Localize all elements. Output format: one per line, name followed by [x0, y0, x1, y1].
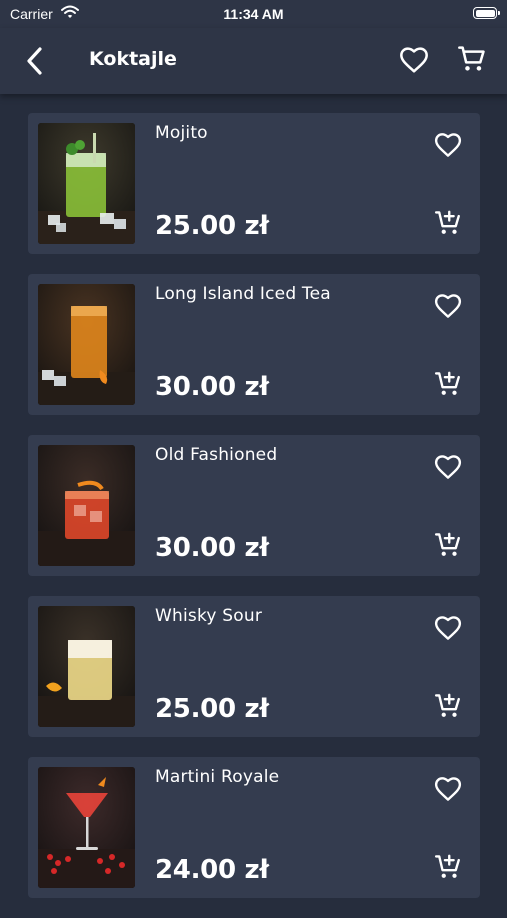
add-to-favorites-button[interactable] [433, 613, 463, 643]
product-card[interactable]: Old Fashioned 30.00 zł [28, 435, 480, 576]
status-bar: Carrier 11:34 AM [0, 0, 507, 28]
add-to-cart-icon [434, 210, 460, 234]
heart-icon [434, 133, 462, 157]
product-image-old-fashioned [38, 445, 135, 566]
navigation-bar: Koktajle [0, 28, 507, 94]
product-image-martini-royale [38, 767, 135, 888]
product-image-long-island [38, 284, 135, 405]
cart-button[interactable] [456, 43, 488, 75]
add-to-cart-icon [434, 693, 460, 717]
add-to-cart-button[interactable] [433, 369, 463, 399]
product-image-mojito [38, 123, 135, 244]
add-to-cart-button[interactable] [433, 691, 463, 721]
add-to-favorites-button[interactable] [433, 291, 463, 321]
battery-level [475, 9, 495, 17]
product-price: 24.00 zł [155, 855, 269, 885]
product-name: Mojito [155, 123, 208, 143]
product-image-whisky-sour [38, 606, 135, 727]
page-title: Koktajle [89, 48, 177, 70]
product-card[interactable]: Whisky Sour 25.00 zł [28, 596, 480, 737]
add-to-cart-button[interactable] [433, 208, 463, 238]
product-price: 30.00 zł [155, 533, 269, 563]
product-name: Martini Royale [155, 767, 280, 787]
product-price: 30.00 zł [155, 372, 269, 402]
add-to-cart-icon [434, 532, 460, 556]
product-price: 25.00 zł [155, 211, 269, 241]
back-chevron-icon [27, 47, 42, 75]
add-to-favorites-button[interactable] [433, 774, 463, 804]
add-to-favorites-button[interactable] [433, 452, 463, 482]
product-name: Long Island Iced Tea [155, 284, 331, 304]
add-to-cart-button[interactable] [433, 530, 463, 560]
add-to-favorites-button[interactable] [433, 130, 463, 160]
heart-icon [434, 455, 462, 479]
heart-icon [400, 47, 428, 73]
add-to-cart-icon [434, 371, 460, 395]
favorites-button[interactable] [398, 44, 430, 76]
product-price: 25.00 zł [155, 694, 269, 724]
product-card[interactable]: Long Island Iced Tea 30.00 zł [28, 274, 480, 415]
battery-icon [473, 7, 500, 19]
product-name: Old Fashioned [155, 445, 278, 465]
heart-icon [434, 294, 462, 318]
product-list: Mojito 25.00 zł Long Island Iced Tea 30.… [28, 113, 480, 918]
product-card[interactable]: Mojito 25.00 zł [28, 113, 480, 254]
back-button[interactable] [20, 44, 52, 78]
heart-icon [434, 616, 462, 640]
add-to-cart-icon [434, 854, 460, 878]
product-name: Whisky Sour [155, 606, 263, 626]
add-to-cart-button[interactable] [433, 852, 463, 882]
cart-icon [458, 46, 485, 71]
heart-icon [434, 777, 462, 801]
status-time: 11:34 AM [223, 6, 284, 22]
product-card[interactable]: Martini Royale 24.00 zł [28, 757, 480, 898]
